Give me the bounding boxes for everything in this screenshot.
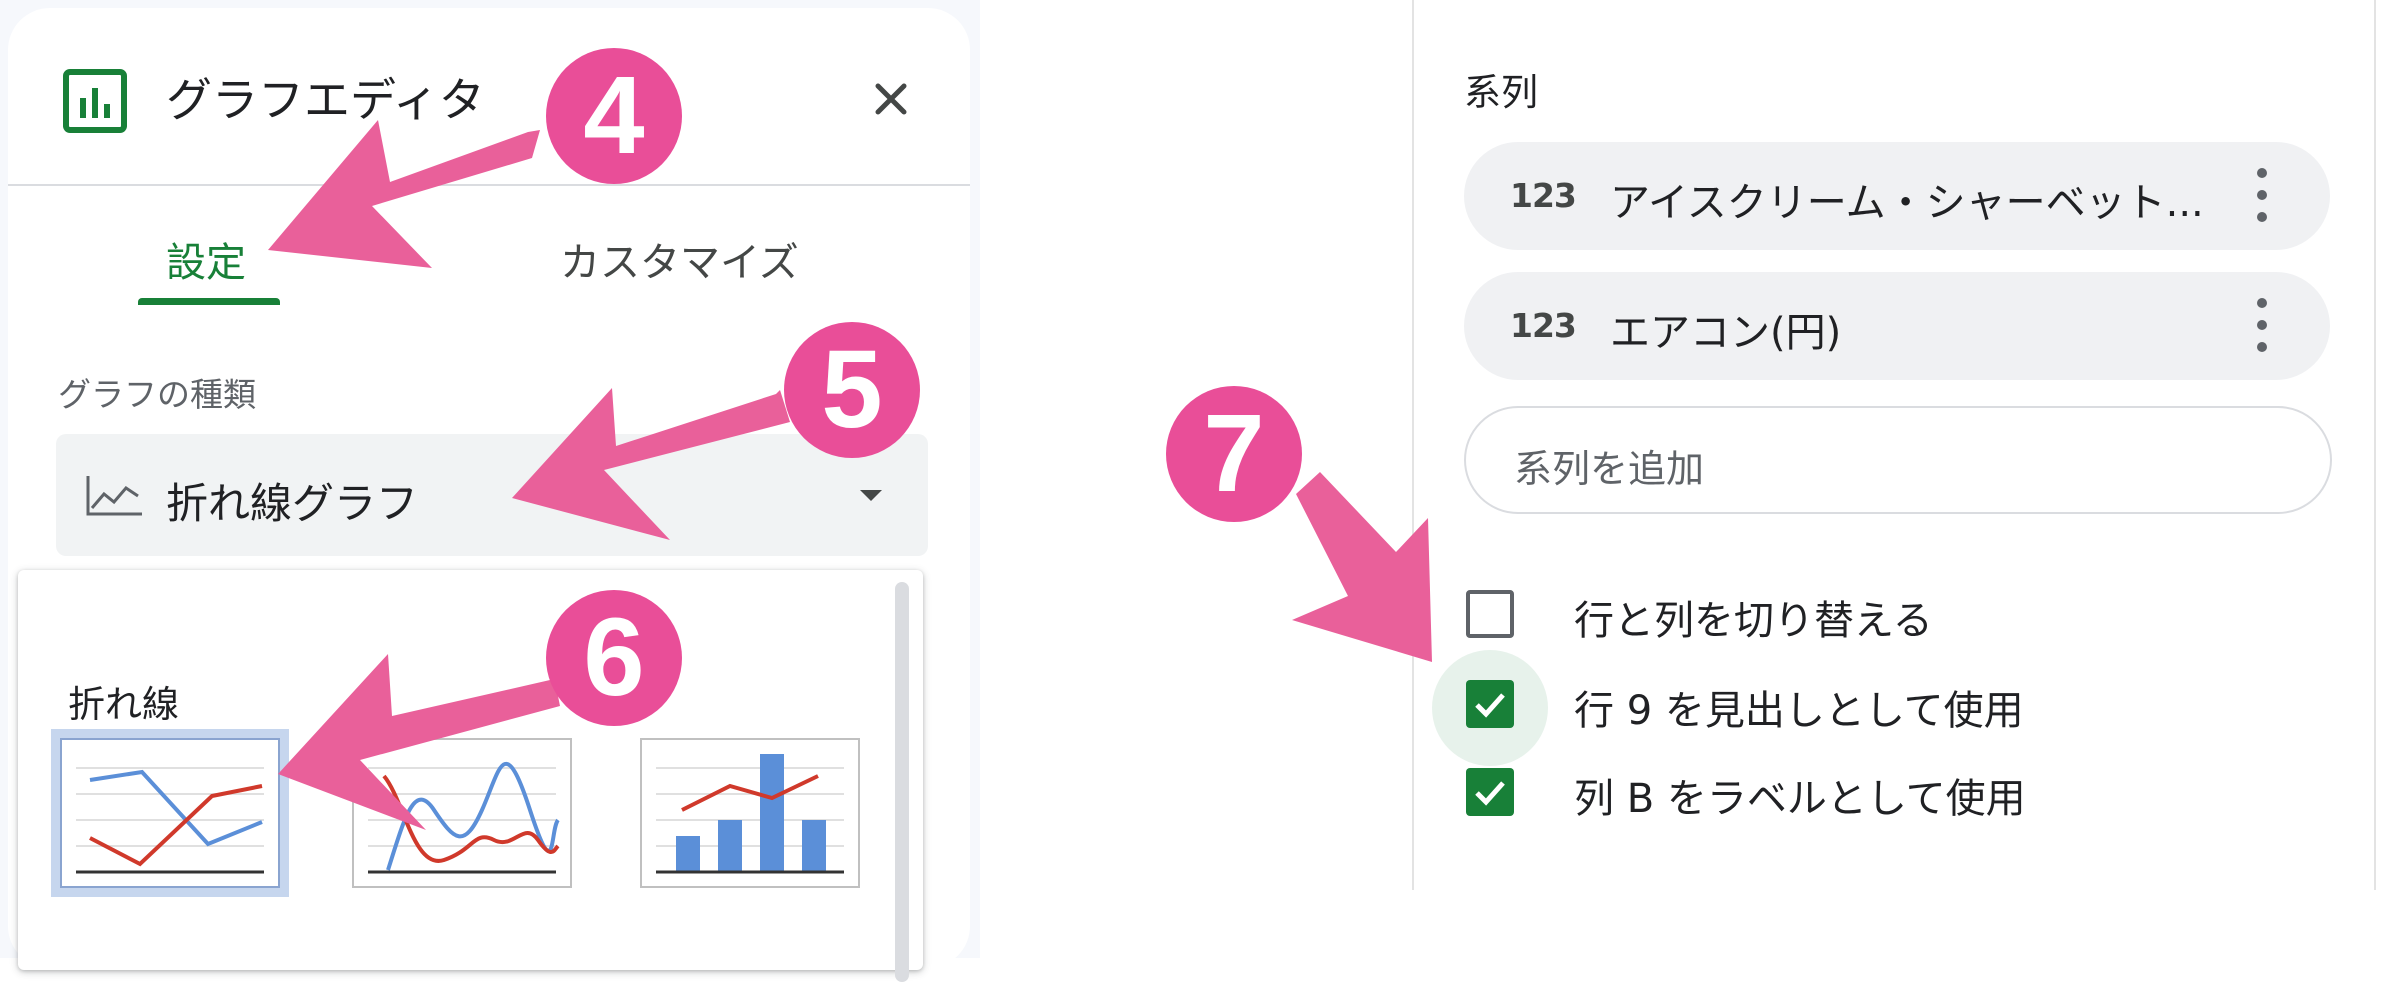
menu-group-label: 折れ線 <box>68 683 179 726</box>
add-series-button[interactable]: 系列を追加 <box>1464 406 2332 514</box>
smooth-line-chart-option[interactable] <box>352 738 572 888</box>
line-chart-thumbnail <box>76 767 264 874</box>
line-chart-option[interactable] <box>60 738 280 888</box>
annotation-badge-4: 4 <box>546 48 682 184</box>
tab-settings[interactable]: 設定 <box>166 230 246 288</box>
use-row-as-headers-checkbox[interactable] <box>1466 680 1514 728</box>
numeric-type-icon: 123 <box>1510 176 1577 215</box>
combo-chart-thumbnail <box>656 754 844 874</box>
chart-type-label: グラフの種類 <box>58 375 256 414</box>
use-column-as-labels-checkbox[interactable] <box>1466 768 1514 816</box>
annotation-arrow-7 <box>1292 472 1432 662</box>
series-chip[interactable]: 123 エアコン(円) <box>1464 272 2330 380</box>
combo-chart-option[interactable] <box>640 738 860 888</box>
chart-editor-panel: グラフエディタ 設定 カスタマイズ グラフの種類 折れ線グラフ 折れ線 <box>0 0 980 982</box>
series-chip[interactable]: 123 アイスクリーム・シャーベット... <box>1464 142 2330 250</box>
series-name: エアコン(円) <box>1610 310 1842 356</box>
menu-scrollbar[interactable] <box>895 582 909 982</box>
more-vert-icon[interactable] <box>2256 168 2268 224</box>
chevron-down-icon <box>860 490 882 501</box>
close-icon[interactable] <box>868 76 914 122</box>
switch-rows-columns-option[interactable]: 行と列を切り替える <box>1466 588 2266 648</box>
checkbox-label: 列 B をラベルとして使用 <box>1574 776 2026 822</box>
numeric-type-icon: 123 <box>1510 306 1577 345</box>
add-series-label: 系列を追加 <box>1514 447 1705 491</box>
line-chart-icon <box>86 476 142 516</box>
chart-type-dropdown[interactable]: 折れ線グラフ <box>56 434 928 556</box>
chart-type-value: 折れ線グラフ <box>166 479 419 528</box>
use-column-as-labels-option[interactable]: 列 B をラベルとして使用 <box>1466 766 2266 826</box>
editor-header: グラフエディタ <box>8 8 970 178</box>
checkbox-label: 行と列を切り替える <box>1574 598 1933 644</box>
more-vert-icon[interactable] <box>2256 298 2268 354</box>
series-name: アイスクリーム・シャーベット... <box>1610 180 2204 226</box>
tab-customize[interactable]: カスタマイズ <box>560 230 799 288</box>
bar-chart-icon <box>63 69 127 133</box>
series-panel: 系列 123 アイスクリーム・シャーベット... 123 エアコン(円) 系列を… <box>1412 0 2376 890</box>
chart-type-menu: 折れ線 <box>18 570 923 982</box>
editor-title: グラフエディタ <box>166 73 485 127</box>
checkmark-icon <box>1475 693 1505 718</box>
switch-rows-columns-checkbox[interactable] <box>1466 590 1514 638</box>
annotation-badge-7: 7 <box>1166 386 1302 522</box>
active-tab-indicator <box>138 298 280 305</box>
header-divider <box>8 184 970 186</box>
use-row-as-headers-option[interactable]: 行 9 を見出しとして使用 <box>1432 650 2266 766</box>
checkmark-icon <box>1475 781 1505 806</box>
annotation-badge-6: 6 <box>546 590 682 726</box>
annotation-badge-5: 5 <box>784 322 920 458</box>
series-section-label: 系列 <box>1464 71 1538 114</box>
checkbox-label: 行 9 を見出しとして使用 <box>1574 688 2024 734</box>
smooth-line-chart-thumbnail <box>368 762 560 874</box>
